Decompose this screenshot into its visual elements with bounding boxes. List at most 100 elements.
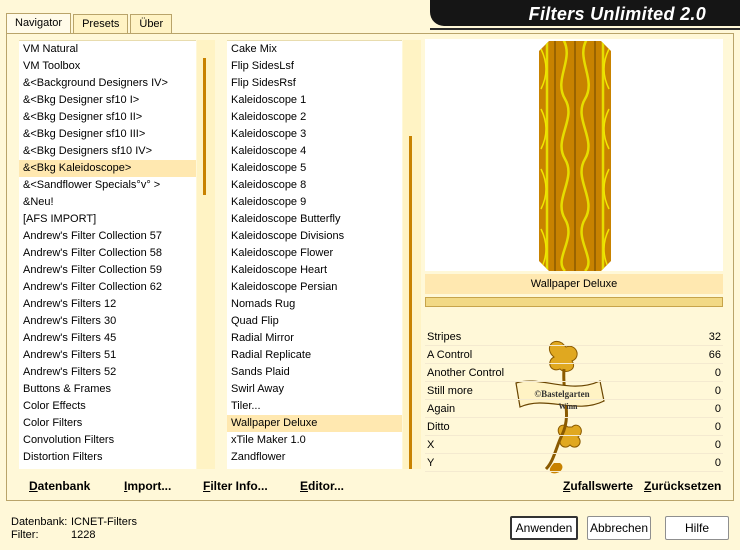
filter-item[interactable]: Radial Mirror (227, 330, 402, 347)
category-item[interactable]: &<Background Designers IV> (19, 75, 196, 92)
tab-presets[interactable]: Presets (73, 14, 129, 34)
param-label: A Control (427, 349, 473, 361)
filter-item[interactable]: Kaleidoscope Heart (227, 262, 402, 279)
category-item[interactable]: Color Effects (19, 398, 196, 415)
category-item[interactable]: &<Bkg Designer sf10 I> (19, 92, 196, 109)
param-row[interactable]: Y0 (425, 454, 723, 472)
filter-item[interactable]: Kaleidoscope 2 (227, 109, 402, 126)
category-item[interactable]: Andrew's Filter Collection 58 (19, 245, 196, 262)
filter-item[interactable]: Cake Mix (227, 41, 402, 58)
category-item[interactable]: Andrew's Filters 52 (19, 364, 196, 381)
filter-scrollbar[interactable] (403, 40, 421, 469)
param-value[interactable]: 66 (709, 346, 721, 364)
apply-button[interactable]: Anwenden (510, 516, 578, 540)
status-filter-value: 1228 (71, 529, 96, 541)
help-button[interactable]: Hilfe (665, 516, 729, 540)
import-button[interactable]: Import... (124, 479, 171, 493)
param-label: Another Control (427, 367, 505, 379)
param-row[interactable]: Again 0 (425, 400, 723, 418)
category-item[interactable]: Andrew's Filter Collection 57 (19, 228, 196, 245)
category-item[interactable]: &<Bkg Designers sf10 IV> (19, 143, 196, 160)
category-item[interactable]: &<Bkg Kaleidoscope> (19, 160, 196, 177)
tab-bar: Navigator Presets Über (6, 12, 174, 35)
filter-item[interactable]: Flip SidesLsf (227, 58, 402, 75)
filter-item[interactable]: Swirl Away (227, 381, 402, 398)
param-value[interactable]: 0 (715, 382, 721, 400)
category-item[interactable]: Andrew's Filters 30 (19, 313, 196, 330)
category-item[interactable]: Andrew's Filters 51 (19, 347, 196, 364)
param-row[interactable]: Another Control 0 (425, 364, 723, 382)
param-value[interactable]: 32 (709, 328, 721, 346)
filter-item[interactable]: Kaleidoscope Persian (227, 279, 402, 296)
param-row[interactable]: X0 (425, 436, 723, 454)
category-item[interactable]: Color Filters (19, 415, 196, 432)
filter-item[interactable]: Wallpaper Deluxe (227, 415, 402, 432)
preview-caption: Wallpaper Deluxe (425, 274, 723, 294)
filter-item[interactable]: Tiler... (227, 398, 402, 415)
category-item[interactable]: &<Sandflower Specials°v° > (19, 177, 196, 194)
filter-scroll-thumb[interactable] (409, 136, 412, 469)
reset-button[interactable]: Zurücksetzen (644, 479, 721, 493)
category-scroll-thumb[interactable] (203, 58, 206, 195)
filter-item[interactable]: Zandflower (227, 449, 402, 466)
category-item[interactable]: Andrew's Filter Collection 59 (19, 262, 196, 279)
param-row[interactable]: Stripes 32 (425, 328, 723, 346)
status-filter-label: Filter: (11, 529, 39, 541)
tab-uber[interactable]: Über (130, 14, 173, 34)
cancel-button[interactable]: Abbrechen (587, 516, 651, 540)
filter-item[interactable]: xTile Maker 1.0 (227, 432, 402, 449)
category-item[interactable]: Andrew's Filters 45 (19, 330, 196, 347)
filter-item[interactable]: Kaleidoscope 1 (227, 92, 402, 109)
param-value[interactable]: 0 (715, 454, 721, 472)
editor-button[interactable]: Editor... (300, 479, 344, 493)
param-label: Still more (427, 385, 473, 397)
param-value[interactable]: 0 (715, 400, 721, 418)
filter-item[interactable]: Kaleidoscope 5 (227, 160, 402, 177)
param-row[interactable]: A Control 66 (425, 346, 723, 364)
filter-item[interactable]: Kaleidoscope 8 (227, 177, 402, 194)
status-db-label: Datenbank: (11, 516, 68, 528)
category-item[interactable]: Andrew's Filters 12 (19, 296, 196, 313)
param-value[interactable]: 0 (715, 418, 721, 436)
database-button[interactable]: Datenbank (29, 479, 90, 493)
category-list[interactable]: VM Natural VM Toolbox &<Background Designe… (19, 40, 196, 469)
category-item[interactable]: Distortion Filters (19, 449, 196, 466)
param-row[interactable]: Still more 0 (425, 382, 723, 400)
category-item[interactable]: VM Natural (19, 41, 196, 58)
category-scrollbar[interactable] (197, 40, 215, 469)
filter-item[interactable]: Nomads Rug (227, 296, 402, 313)
category-item[interactable]: [AFS IMPORT] (19, 211, 196, 228)
category-item[interactable]: &<Bkg Designer sf10 II> (19, 109, 196, 126)
progress-bar (425, 297, 723, 307)
category-item[interactable]: Buttons & Frames (19, 381, 196, 398)
param-label: Ditto (427, 421, 450, 433)
param-label: X (427, 439, 435, 451)
filter-item[interactable]: Kaleidoscope Butterfly (227, 211, 402, 228)
tab-navigator[interactable]: Navigator (6, 13, 72, 35)
category-item[interactable]: &Neu! (19, 194, 196, 211)
filter-item[interactable]: Radial Replicate (227, 347, 402, 364)
banner-divider (430, 28, 740, 30)
filter-preview (425, 39, 723, 271)
status-db-value: ICNET-Filters (71, 516, 137, 528)
filter-list[interactable]: Cake Mix Flip SidesLsf Flip SidesRsf Kaleid… (227, 40, 402, 469)
category-item[interactable]: Convolution Filters (19, 432, 196, 449)
param-label: Again (427, 403, 456, 415)
random-values-button[interactable]: Zufallswerte (563, 479, 633, 493)
param-label: Stripes (427, 331, 462, 343)
filter-item[interactable]: Flip SidesRsf (227, 75, 402, 92)
category-item[interactable]: Andrew's Filter Collection 62 (19, 279, 196, 296)
filter-item[interactable]: Kaleidoscope 9 (227, 194, 402, 211)
filter-item[interactable]: Kaleidoscope Flower (227, 245, 402, 262)
filter-item[interactable]: Quad Flip (227, 313, 402, 330)
param-row[interactable]: Ditto 0 (425, 418, 723, 436)
filter-item[interactable]: Kaleidoscope 3 (227, 126, 402, 143)
filter-item[interactable]: Sands Plaid (227, 364, 402, 381)
category-item[interactable]: VM Toolbox (19, 58, 196, 75)
param-value[interactable]: 0 (715, 436, 721, 454)
filter-item[interactable]: Kaleidoscope Divisions (227, 228, 402, 245)
filter-info-button[interactable]: Filter Info... (203, 479, 268, 493)
filter-item[interactable]: Kaleidoscope 4 (227, 143, 402, 160)
category-item[interactable]: &<Bkg Designer sf10 III> (19, 126, 196, 143)
param-value[interactable]: 0 (715, 364, 721, 382)
